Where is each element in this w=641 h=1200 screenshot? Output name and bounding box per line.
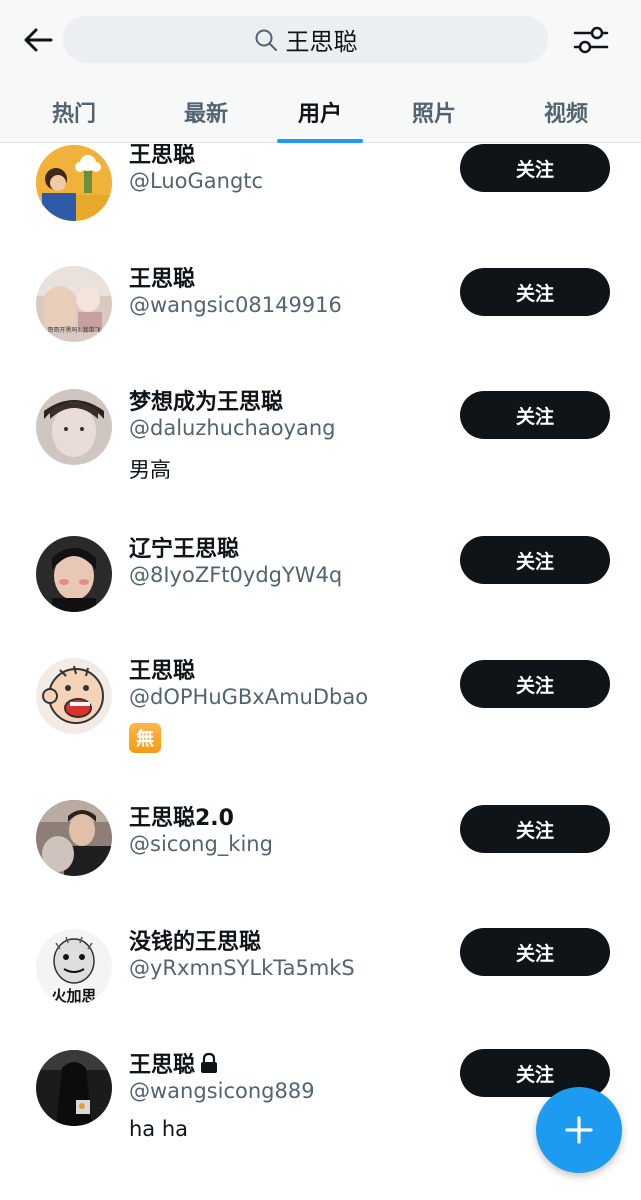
follow-button[interactable]: 关注 xyxy=(460,660,610,708)
user-bio: ha ha xyxy=(129,1117,189,1141)
user-display-name: 没钱的王思聪 xyxy=(129,930,262,955)
user-display-name: 王思聪2.0 xyxy=(129,806,234,831)
search-icon xyxy=(255,29,277,51)
search-tabs: 热门 最新 用户 照片 视频 xyxy=(0,80,641,143)
user-handle: @sicong_king xyxy=(129,832,273,856)
user-display-name: 王思聪 xyxy=(129,144,196,168)
plus-icon xyxy=(565,1116,593,1144)
user-bio: 男高 xyxy=(129,458,171,482)
avatar[interactable] xyxy=(36,1050,112,1126)
user-handle: @yRxmnSYLkTa5mkS xyxy=(129,956,355,980)
tab-latest[interactable]: 最新 xyxy=(152,80,260,143)
no-sign-emoji: 無 xyxy=(129,723,161,753)
tab-people[interactable]: 用户 xyxy=(266,80,374,143)
top-bar: 王思聪 热门 最新 用户 照片 视频 xyxy=(0,0,641,143)
user-bio: 無 xyxy=(129,723,161,753)
avatar[interactable] xyxy=(36,536,112,612)
avatar[interactable] xyxy=(36,800,112,876)
user-display-name: 王思聪 xyxy=(129,267,196,292)
avatar-caption: 火加思 xyxy=(51,987,96,1005)
tab-photos[interactable]: 照片 xyxy=(380,80,488,143)
user-handle: @wangsicong889 xyxy=(129,1079,315,1103)
tab-top[interactable]: 热门 xyxy=(20,80,128,143)
user-handle: @daluzhuchaoyang xyxy=(129,416,336,440)
user-display-name: 梦想成为王思聪 xyxy=(129,390,284,415)
avatar[interactable] xyxy=(36,658,112,734)
avatar[interactable] xyxy=(36,389,112,465)
compose-button[interactable] xyxy=(536,1087,622,1173)
tab-active-indicator xyxy=(277,139,363,143)
follow-button[interactable]: 关注 xyxy=(460,268,610,316)
lock-icon xyxy=(201,1052,218,1073)
list-item[interactable]: 辽宁王思聪 @8IyoZFt0ydgYW4q 关注 xyxy=(0,515,641,635)
user-display-name: 辽宁王思聪 xyxy=(129,537,240,562)
avatar[interactable] xyxy=(36,145,112,221)
follow-button[interactable]: 关注 xyxy=(460,391,610,439)
avatar[interactable]: 火加思 xyxy=(36,929,112,1005)
follow-button[interactable]: 关注 xyxy=(460,144,610,192)
back-arrow-icon xyxy=(24,28,53,52)
list-item[interactable]: 王思聪 @dOPHuGBxAmuDbao 無 关注 xyxy=(0,636,641,784)
list-item[interactable]: 梦想成为王思聪 @daluzhuchaoyang 男高 关注 xyxy=(0,366,641,514)
follow-button[interactable]: 关注 xyxy=(460,536,610,584)
user-display-name: 王思聪 xyxy=(129,659,196,684)
tab-videos[interactable]: 视频 xyxy=(512,80,620,143)
list-item[interactable]: 王思聪 @LuoGangtc 关注 xyxy=(0,144,641,243)
user-handle: @LuoGangtc xyxy=(129,169,264,193)
avatar[interactable]: 哥哥开黑吗? 我带飞 xyxy=(36,266,112,342)
follow-button[interactable]: 关注 xyxy=(460,805,610,853)
follow-button[interactable]: 关注 xyxy=(460,928,610,976)
user-handle: @8IyoZFt0ydgYW4q xyxy=(129,563,343,587)
user-handle: @wangsic08149916 xyxy=(129,293,342,317)
user-handle: @dOPHuGBxAmuDbao xyxy=(129,685,369,709)
user-display-name: 王思聪 xyxy=(129,1047,220,1079)
search-input[interactable]: 王思聪 xyxy=(63,16,548,63)
avatar-caption: 哥哥开黑吗? 我带飞 xyxy=(47,326,100,334)
filter-sliders-icon xyxy=(573,26,609,54)
back-button[interactable] xyxy=(18,20,58,60)
search-filter-button[interactable] xyxy=(570,20,612,60)
user-results-list: 王思聪 @LuoGangtc 关注 哥哥开黑吗? 我带飞 王思聪 @wangsi… xyxy=(0,144,641,1200)
list-item[interactable]: 王思聪2.0 @sicong_king 关注 xyxy=(0,785,641,907)
search-query: 王思聪 xyxy=(285,28,358,56)
list-item[interactable]: 哥哥开黑吗? 我带飞 王思聪 @wangsic08149916 关注 xyxy=(0,243,641,365)
list-item[interactable]: 火加思 没钱的王思聪 @yRxmnSYLkTa5mkS 关注 xyxy=(0,908,641,1031)
